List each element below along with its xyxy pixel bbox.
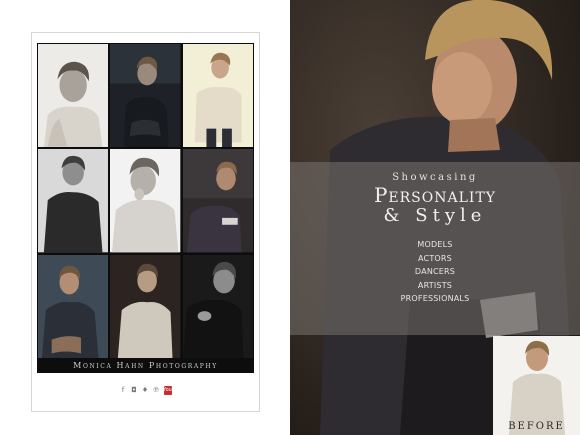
portrait-photo: [182, 44, 253, 148]
portrait-photo: [38, 149, 109, 253]
portrait-tile[interactable]: [110, 149, 181, 253]
hero-panel: Showcasing Personality & Style MODELS AC…: [290, 0, 580, 435]
facebook-icon[interactable]: f: [120, 386, 127, 394]
portrait-photo: [182, 254, 253, 358]
menu-item-professionals[interactable]: PROFESSIONALS: [401, 292, 470, 306]
portrait-tile[interactable]: [110, 254, 181, 358]
portrait-tile[interactable]: [182, 44, 253, 148]
subheadline: & Style: [383, 205, 487, 226]
photographer-name: Monica Hahn Photography: [37, 359, 254, 373]
composite-card: Monica Hahn Photography f ◘ ♦ ℗ You: [31, 32, 260, 412]
youtube-icon[interactable]: You: [163, 385, 172, 395]
menu-item-actors[interactable]: ACTORS: [418, 252, 452, 266]
portrait-tile[interactable]: [182, 149, 253, 253]
twitter-icon[interactable]: ♦: [142, 386, 149, 394]
category-menu: MODELS ACTORS DANCERS ARTISTS PROFESSION…: [290, 238, 580, 306]
eyebrow-text: Showcasing: [392, 172, 478, 183]
portrait-grid: [37, 43, 254, 359]
menu-item-dancers[interactable]: DANCERS: [415, 265, 455, 279]
composite-panel: Monica Hahn Photography f ◘ ♦ ℗ You: [0, 0, 290, 435]
portrait-photo: [38, 254, 109, 358]
portrait-photo: [182, 149, 253, 253]
headline: Personality: [373, 183, 497, 207]
menu-item-artists[interactable]: ARTISTS: [418, 279, 452, 293]
portrait-photo: [38, 44, 109, 148]
portrait-tile[interactable]: [110, 44, 181, 148]
portrait-photo: [110, 149, 181, 253]
social-links: f ◘ ♦ ℗ You: [32, 384, 259, 396]
instagram-icon[interactable]: ◘: [131, 386, 138, 394]
portrait-tile[interactable]: [38, 254, 109, 358]
portrait-tile[interactable]: [38, 149, 109, 253]
before-thumbnail[interactable]: BEFORE: [493, 336, 580, 435]
before-label: BEFORE: [508, 421, 565, 432]
portrait-tile[interactable]: [38, 44, 109, 148]
portrait-photo: [110, 44, 181, 148]
portrait-photo: [110, 254, 181, 358]
menu-item-models[interactable]: MODELS: [417, 238, 452, 252]
pinterest-icon[interactable]: ℗: [153, 386, 160, 394]
portrait-tile[interactable]: [182, 254, 253, 358]
